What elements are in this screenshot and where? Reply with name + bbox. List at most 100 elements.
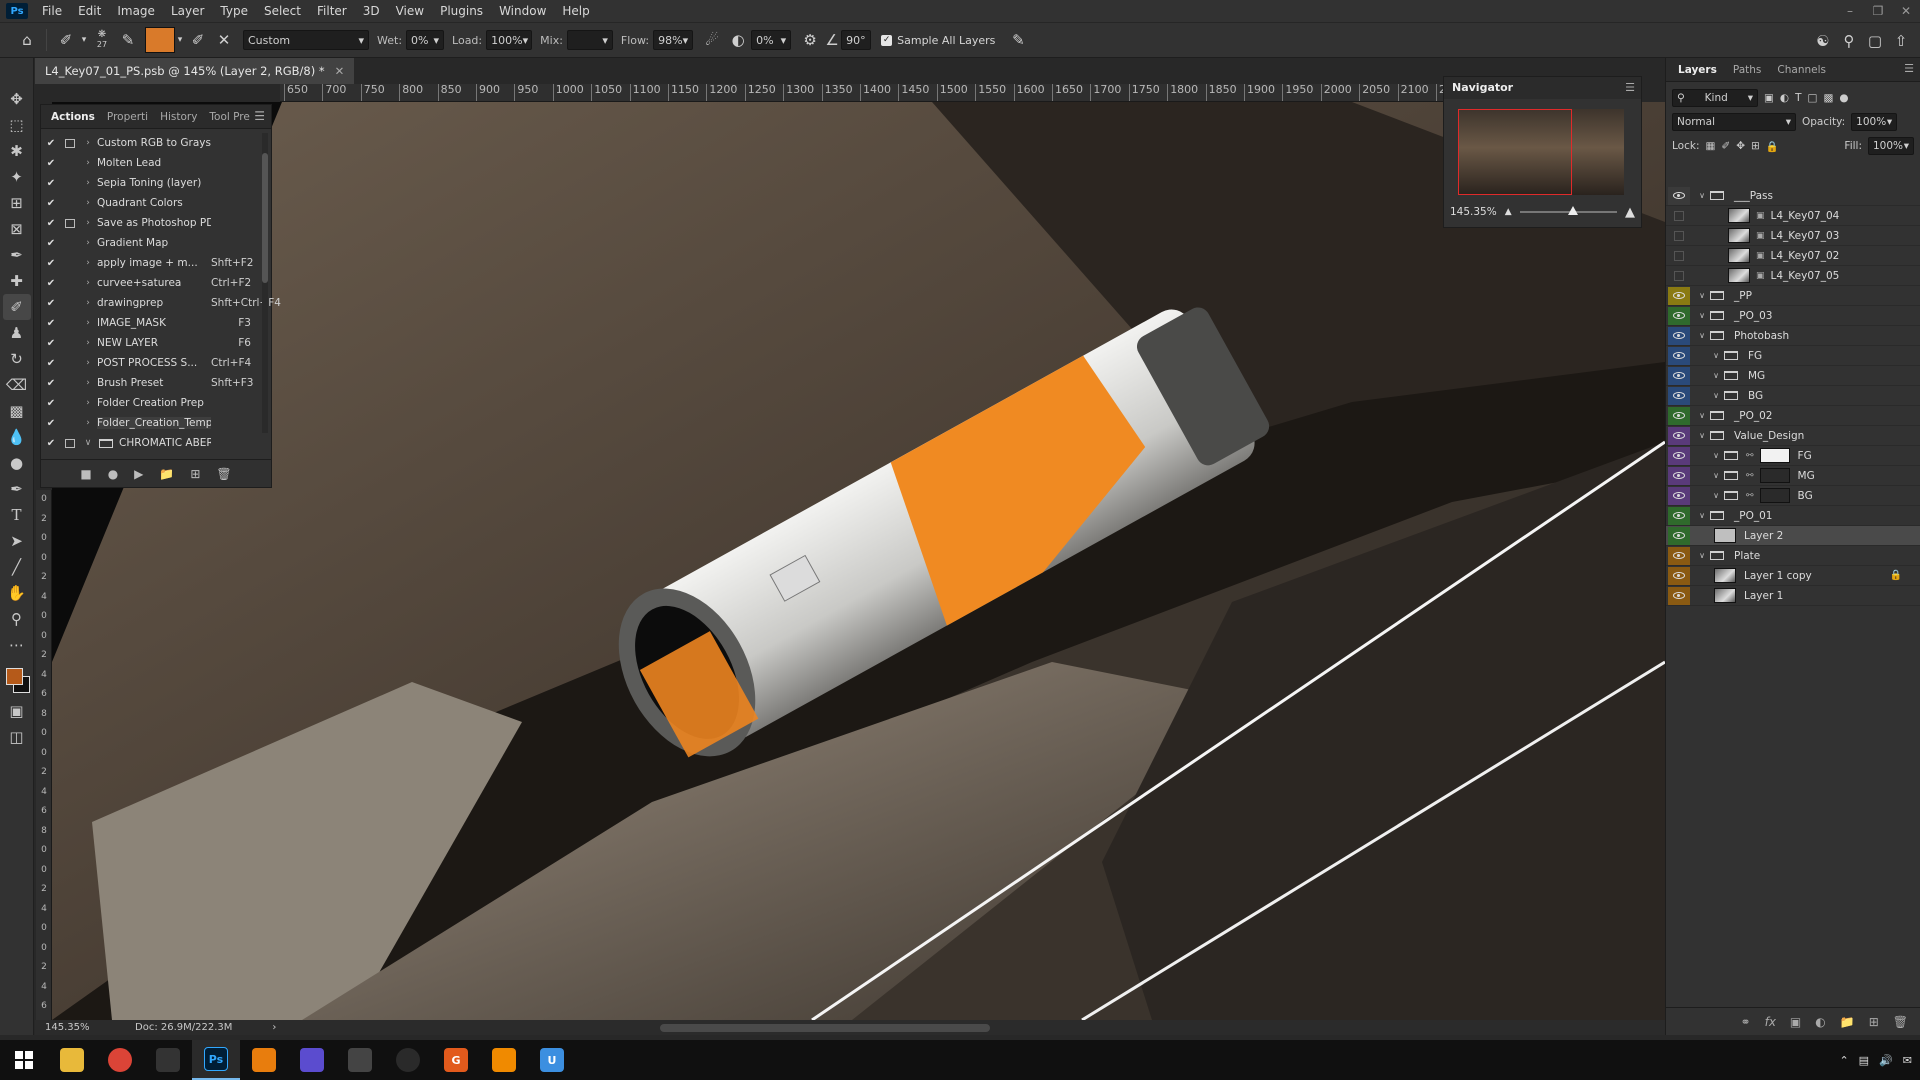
horizontal-scrollbar-thumb[interactable] bbox=[660, 1024, 990, 1032]
layer-row[interactable]: ▣ L4_Key07_03 bbox=[1666, 226, 1920, 246]
load-brush-icon[interactable]: ✐ bbox=[185, 27, 211, 53]
trash-icon[interactable]: 🗑 bbox=[216, 467, 231, 481]
eraser-tool-icon[interactable]: ⌫ bbox=[3, 372, 31, 398]
tab-properties[interactable]: Properti bbox=[101, 111, 154, 123]
visibility-toggle[interactable] bbox=[1668, 186, 1690, 205]
visibility-toggle[interactable] bbox=[1668, 526, 1690, 545]
mask-thumbnail[interactable] bbox=[1759, 468, 1790, 483]
chevron-right-icon[interactable]: › bbox=[79, 298, 97, 308]
dialog-toggle[interactable] bbox=[61, 337, 79, 349]
action-item[interactable]: ✔ › Sepia Toning (layer) bbox=[41, 173, 271, 193]
dialog-toggle[interactable] bbox=[61, 437, 79, 449]
trash-icon[interactable]: 🗑 bbox=[1893, 1015, 1908, 1029]
visibility-toggle[interactable] bbox=[1668, 446, 1690, 465]
share-cloud-icon[interactable]: ☯ bbox=[1810, 28, 1836, 54]
chevron-right-icon[interactable]: › bbox=[79, 138, 97, 148]
taskbar-app[interactable] bbox=[288, 1040, 336, 1080]
gear-icon[interactable]: ⚙ bbox=[797, 27, 823, 53]
layer-thumbnail[interactable] bbox=[1728, 248, 1750, 263]
taskbar-app[interactable] bbox=[48, 1040, 96, 1080]
visibility-toggle[interactable] bbox=[1668, 486, 1690, 505]
dialog-toggle[interactable] bbox=[61, 417, 79, 429]
actions-scrollbar[interactable] bbox=[262, 133, 268, 433]
layer-row[interactable]: ∨ _PP bbox=[1666, 286, 1920, 306]
menu-edit[interactable]: Edit bbox=[70, 4, 109, 18]
dialog-toggle[interactable] bbox=[61, 277, 79, 289]
visibility-toggle[interactable] bbox=[1668, 286, 1690, 305]
hand-tool-icon[interactable]: ✋ bbox=[3, 580, 31, 606]
play-icon[interactable]: ▶ bbox=[134, 467, 143, 481]
marquee-tool-icon[interactable]: ⬚ bbox=[3, 112, 31, 138]
crop-tool-icon[interactable]: ⊞ bbox=[3, 190, 31, 216]
layer-row[interactable]: ▣ L4_Key07_04 bbox=[1666, 206, 1920, 226]
dialog-toggle[interactable] bbox=[61, 377, 79, 389]
layer-thumbnail[interactable] bbox=[1728, 228, 1750, 243]
start-button[interactable] bbox=[0, 1040, 48, 1080]
menu-select[interactable]: Select bbox=[256, 4, 309, 18]
record-icon[interactable]: ● bbox=[108, 467, 118, 481]
status-zoom[interactable]: 145.35% bbox=[35, 1022, 105, 1033]
action-item[interactable]: ✔ › POST PROCESS S... Ctrl+F4 bbox=[41, 353, 271, 373]
layer-row[interactable]: ∨ BG bbox=[1666, 386, 1920, 406]
lock-transparent-icon[interactable]: ▦ bbox=[1705, 140, 1715, 152]
taskbar-app[interactable]: U bbox=[528, 1040, 576, 1080]
filter-type-icon[interactable]: T bbox=[1795, 92, 1801, 104]
sample-all-layers-checkbox[interactable]: ✓ Sample All Layers bbox=[881, 34, 995, 47]
layer-row[interactable]: ∨ ⚯ MG bbox=[1666, 466, 1920, 486]
tab-layers[interactable]: Layers bbox=[1670, 64, 1725, 76]
checkmark-icon[interactable]: ✔ bbox=[41, 258, 61, 269]
checkmark-icon[interactable]: ✔ bbox=[41, 298, 61, 309]
link-icon[interactable]: ⚯ bbox=[1746, 471, 1754, 481]
menu-plugins[interactable]: Plugins bbox=[432, 4, 491, 18]
checkmark-icon[interactable]: ✔ bbox=[41, 438, 61, 449]
new-set-icon[interactable]: 📁 bbox=[159, 467, 174, 481]
chevron-right-icon[interactable]: › bbox=[79, 398, 97, 408]
tab-paths[interactable]: Paths bbox=[1725, 64, 1770, 76]
layer-thumbnail[interactable] bbox=[1728, 268, 1750, 283]
layer-row[interactable]: ∨ ⚯ FG bbox=[1666, 446, 1920, 466]
layer-row[interactable]: ∨ ___Pass bbox=[1666, 186, 1920, 206]
dialog-toggle[interactable] bbox=[61, 137, 79, 149]
fx-icon[interactable]: fx bbox=[1765, 1015, 1776, 1029]
menu-3d[interactable]: 3D bbox=[355, 4, 388, 18]
checkmark-icon[interactable]: ✔ bbox=[41, 418, 61, 429]
gradient-tool-icon[interactable]: ▩ bbox=[3, 398, 31, 424]
layer-thumbnail[interactable] bbox=[1728, 208, 1750, 223]
chevron-down-icon[interactable]: ∨ bbox=[1696, 291, 1708, 300]
visibility-toggle[interactable] bbox=[1668, 326, 1690, 345]
filter-smart-object-icon[interactable]: ▩ bbox=[1823, 92, 1833, 104]
checkmark-icon[interactable]: ✔ bbox=[41, 158, 61, 169]
menu-image[interactable]: Image bbox=[109, 4, 163, 18]
tab-channels[interactable]: Channels bbox=[1769, 64, 1834, 76]
visibility-toggle[interactable] bbox=[1668, 586, 1690, 605]
checkmark-icon[interactable]: ✔ bbox=[41, 138, 61, 149]
chevron-down-icon[interactable]: ∨ bbox=[1710, 371, 1722, 380]
stop-icon[interactable]: ■ bbox=[80, 467, 91, 481]
chevron-down-icon[interactable]: ∨ bbox=[1696, 191, 1708, 200]
checkmark-icon[interactable]: ✔ bbox=[41, 178, 61, 189]
chevron-down-icon[interactable]: ∨ bbox=[1696, 551, 1708, 560]
menu-filter[interactable]: Filter bbox=[309, 4, 355, 18]
chevron-down-icon[interactable]: ∨ bbox=[1696, 431, 1708, 440]
layer-row[interactable]: ∨ Value_Design bbox=[1666, 426, 1920, 446]
new-layer-icon[interactable]: ⊞ bbox=[1869, 1015, 1879, 1029]
action-item[interactable]: ✔ › Save as Photoshop PDF bbox=[41, 213, 271, 233]
move-tool-icon[interactable]: ✥ bbox=[3, 86, 31, 112]
taskbar-app[interactable] bbox=[96, 1040, 144, 1080]
load-field[interactable]: 100% ▾ bbox=[486, 30, 533, 50]
layer-row[interactable]: ∨ Photobash bbox=[1666, 326, 1920, 346]
visibility-toggle[interactable] bbox=[1668, 406, 1690, 425]
brush-panel-icon[interactable]: ✎ bbox=[115, 27, 141, 53]
action-item[interactable]: ✔ ›Custom RGB to Grayscale bbox=[41, 133, 271, 153]
visibility-toggle[interactable] bbox=[1668, 506, 1690, 525]
blur-tool-icon[interactable]: 💧 bbox=[3, 424, 31, 450]
slider-knob[interactable] bbox=[1568, 206, 1579, 215]
action-item[interactable]: ✔ › Quadrant Colors bbox=[41, 193, 271, 213]
visibility-toggle[interactable] bbox=[1668, 546, 1690, 565]
chevron-right-icon[interactable]: › bbox=[79, 378, 97, 388]
healing-tool-icon[interactable]: ✚ bbox=[3, 268, 31, 294]
menu-help[interactable]: Help bbox=[554, 4, 597, 18]
path-select-tool-icon[interactable]: ➤ bbox=[3, 528, 31, 554]
home-icon[interactable]: ⌂ bbox=[14, 27, 40, 53]
wet-field[interactable]: 0% ▾ bbox=[406, 30, 445, 50]
